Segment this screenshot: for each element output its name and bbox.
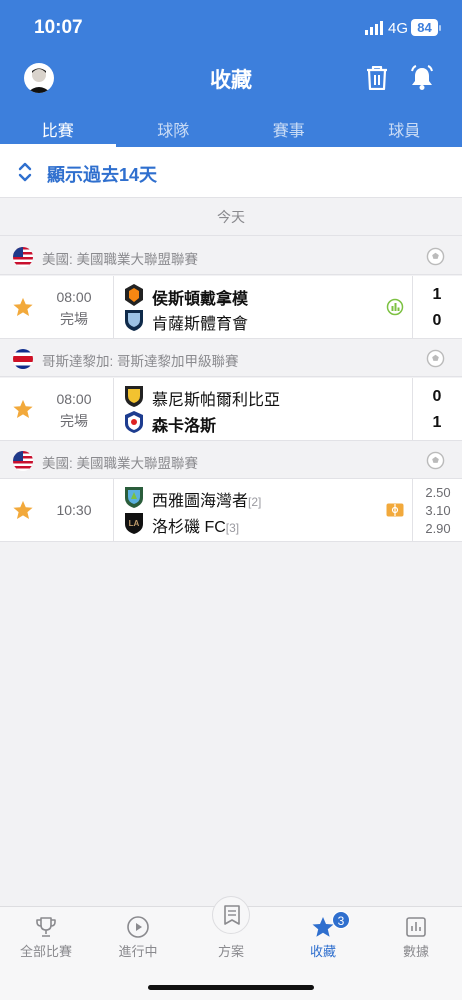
away-team-name: 洛杉磯 FC[3] xyxy=(152,513,239,537)
status-bar: 10:07 4G 84 xyxy=(0,0,462,56)
tab-matches[interactable]: 比賽 xyxy=(0,108,116,147)
network-label: 4G xyxy=(388,20,409,37)
away-team-name: 森卡洛斯 xyxy=(152,418,217,435)
app-header: 10:07 4G 84 收藏 比賽 球隊 賽事 球員 xyxy=(0,0,462,147)
odds-away: 2.90 xyxy=(425,521,451,536)
league-header[interactable]: 美國: 美國職業大聯盟聯賽 xyxy=(0,237,462,275)
tab-players[interactable]: 球員 xyxy=(347,108,462,147)
away-score: 1 xyxy=(432,414,442,431)
divider xyxy=(412,378,413,441)
league-name: 美國: 美國職業大聯盟聯賽 xyxy=(42,456,199,471)
nav-label: 數據 xyxy=(402,944,429,959)
favorites-count-badge: 3 xyxy=(332,911,350,929)
home-score: 0 xyxy=(432,388,442,405)
match-time: 10:30 xyxy=(56,502,92,518)
tab-bar: 比賽 球隊 賽事 球員 xyxy=(0,108,462,147)
match-row[interactable]: 08:00 完場 慕尼斯帕爾利比亞 森卡洛斯 0 1 xyxy=(0,378,462,441)
trash-icon[interactable] xyxy=(366,66,388,90)
football-icon xyxy=(426,451,445,470)
favorite-star-icon[interactable] xyxy=(12,499,34,521)
home-team-name: 慕尼斯帕爾利比亞 xyxy=(152,392,281,409)
seattle-sounders-logo-icon xyxy=(125,487,143,508)
houston-dynamo-logo-icon xyxy=(125,284,143,306)
favorite-star-icon[interactable] xyxy=(12,296,34,318)
us-flag-icon xyxy=(13,451,33,471)
us-flag-icon xyxy=(13,247,33,267)
league-header[interactable]: 哥斯達黎加: 哥斯達黎加甲級聯賽 xyxy=(0,339,462,377)
svg-text:LA: LA xyxy=(129,519,140,528)
stats-icon xyxy=(406,917,426,937)
league-header[interactable]: 美國: 美國職業大聯盟聯賽 xyxy=(0,441,462,479)
tab-competitions[interactable]: 賽事 xyxy=(231,108,347,147)
show-past-toggle[interactable]: 顯示過去14天 xyxy=(0,147,462,198)
home-indicator xyxy=(148,985,314,990)
page-title: 收藏 xyxy=(210,69,252,92)
divider xyxy=(412,479,413,542)
nav-label: 全部比賽 xyxy=(19,944,72,959)
match-time: 08:00 xyxy=(56,391,92,407)
sporting-kc-logo-icon xyxy=(125,310,143,331)
tab-teams[interactable]: 球隊 xyxy=(116,108,232,147)
municipal-perez-zeledon-logo-icon xyxy=(125,386,143,407)
favorite-star-icon[interactable] xyxy=(12,398,34,420)
live-stats-icon[interactable] xyxy=(386,298,404,316)
away-score: 0 xyxy=(432,312,442,329)
home-score: 1 xyxy=(432,286,442,303)
divider xyxy=(113,479,114,542)
plan-icon xyxy=(224,905,240,925)
nav-label: 進行中 xyxy=(118,944,158,959)
home-team-rank: [2] xyxy=(248,495,262,509)
expand-chevron-icon xyxy=(18,162,32,182)
odds-home: 2.50 xyxy=(425,485,451,500)
home-team-label: 西雅圖海灣者 xyxy=(152,493,249,510)
match-row[interactable]: 08:00 完場 侯斯頓戴拿模 肯薩斯體育會 1 0 xyxy=(0,276,462,339)
plan-circle-button[interactable] xyxy=(212,896,250,934)
status-time: 10:07 xyxy=(34,17,83,38)
away-team-rank: [3] xyxy=(225,521,240,535)
match-row[interactable]: 10:30 西雅圖海灣者[2] LA 洛杉磯 FC[3] 2.50 3.10 2… xyxy=(0,479,462,542)
league-name: 美國: 美國職業大聯盟聯賽 xyxy=(42,252,199,267)
trophy-icon xyxy=(36,917,56,937)
away-team-label: 洛杉磯 FC xyxy=(152,519,226,536)
divider xyxy=(412,276,413,339)
divider xyxy=(113,276,114,339)
odds-draw: 3.10 xyxy=(425,503,451,518)
show-past-label: 顯示過去14天 xyxy=(47,165,158,185)
match-status: 完場 xyxy=(60,311,88,327)
pitch-icon[interactable] xyxy=(386,503,404,517)
away-team-name: 肯薩斯體育會 xyxy=(152,316,249,333)
football-icon xyxy=(426,349,445,368)
home-team-name: 西雅圖海灣者[2] xyxy=(152,487,261,511)
bell-icon[interactable] xyxy=(410,65,434,91)
signal-icon xyxy=(365,21,383,35)
play-icon xyxy=(127,916,149,938)
battery-tip xyxy=(439,25,441,31)
league-name: 哥斯達黎加: 哥斯達黎加甲級聯賽 xyxy=(42,354,239,369)
divider xyxy=(113,378,114,441)
football-icon xyxy=(426,247,445,266)
costa-rica-flag-icon xyxy=(13,349,33,369)
home-team-name: 侯斯頓戴拿模 xyxy=(152,291,249,308)
lafc-logo-icon: LA xyxy=(125,513,143,534)
match-status: 完場 xyxy=(60,413,88,429)
san-carlos-logo-icon xyxy=(125,411,143,433)
battery-icon: 84 xyxy=(411,19,438,36)
nav-label: 收藏 xyxy=(309,944,336,959)
nav-label: 方案 xyxy=(217,944,244,959)
date-header: 今天 xyxy=(0,199,462,236)
match-time: 08:00 xyxy=(56,289,92,305)
